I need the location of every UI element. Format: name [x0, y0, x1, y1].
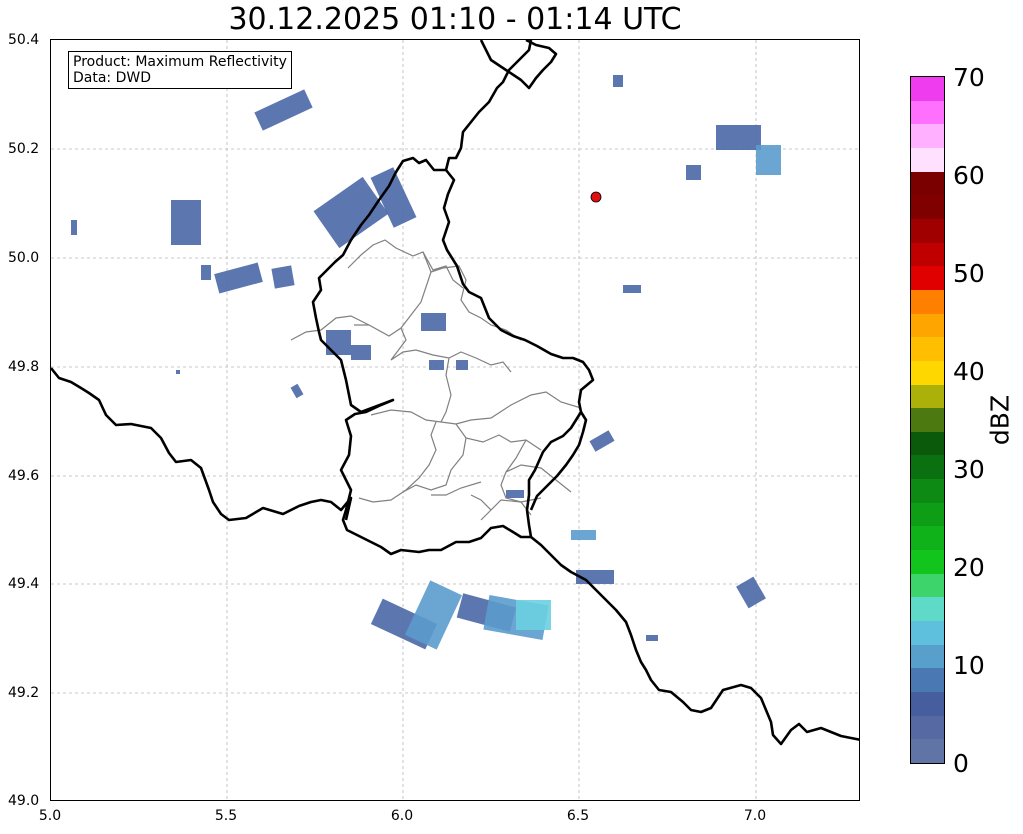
radar-echo — [326, 330, 351, 355]
colorbar-segment — [911, 76, 944, 101]
y-tick-label: 49.6 — [8, 468, 40, 484]
radar-echo — [716, 125, 761, 150]
colorbar-segment — [911, 668, 944, 693]
map-canvas — [51, 40, 859, 800]
colorbar-unit: dBZ — [985, 394, 1015, 446]
radar-echo — [351, 345, 371, 360]
radar-echo — [429, 360, 444, 370]
colorbar-segment — [911, 408, 944, 432]
radar-echo — [201, 265, 211, 280]
y-tick-label: 49.4 — [8, 576, 40, 592]
radar-echo — [571, 530, 596, 540]
colorbar-segment — [911, 550, 944, 574]
data-source-label: Data: DWD — [73, 70, 151, 86]
colorbar-label: 10 — [953, 651, 985, 680]
y-tick-label: 50.0 — [8, 250, 40, 266]
x-tick-label: 6.0 — [390, 808, 414, 824]
radar-echo — [271, 265, 295, 289]
x-tick-label: 5.5 — [214, 808, 238, 824]
product-label: Product: Maximum Reflectivity — [73, 54, 287, 70]
radar-echo — [613, 75, 623, 87]
colorbar-label: 0 — [953, 749, 969, 778]
colorbar-label: 30 — [953, 455, 985, 484]
radar-echo — [254, 89, 313, 131]
radar-echo — [71, 220, 77, 235]
radar-echo — [290, 383, 304, 399]
radar-echo — [589, 430, 615, 452]
radar-echo — [736, 576, 766, 609]
colorbar-segment — [911, 384, 944, 409]
colorbar-segment — [911, 124, 944, 148]
colorbar-segment — [911, 573, 944, 598]
map-title: 30.12.2025 01:10 - 01:14 UTC — [228, 2, 682, 37]
product-info-box: Product: Maximum Reflectivity Data: DWD — [68, 51, 292, 89]
colorbar-segment — [911, 337, 944, 361]
radar-echo — [686, 165, 701, 180]
colorbar-label: 40 — [953, 357, 985, 386]
radar-echo — [421, 313, 446, 331]
colorbar-segment — [911, 100, 944, 125]
radar-echo — [756, 145, 781, 175]
colorbar-segment — [911, 289, 944, 314]
radar-echo — [176, 370, 180, 374]
colorbar-segment — [911, 313, 944, 338]
colorbar-label: 20 — [953, 553, 985, 582]
x-tick-label: 6.5 — [566, 808, 590, 824]
y-tick-label: 50.4 — [8, 32, 40, 48]
colorbar — [910, 76, 945, 764]
colorbar-segment — [911, 597, 944, 622]
radar-echo — [506, 490, 524, 498]
colorbar-segment — [911, 526, 944, 551]
colorbar-label: 70 — [953, 63, 985, 92]
radar-map[interactable] — [50, 39, 860, 801]
colorbar-segment — [911, 502, 944, 527]
radar-echo — [646, 635, 658, 641]
colorbar-segment — [911, 621, 944, 645]
x-tick-label: 5.0 — [38, 808, 62, 824]
radar-echo — [456, 360, 468, 370]
radar-echo — [214, 262, 263, 294]
radar-echo — [623, 285, 641, 293]
colorbar-label: 50 — [953, 259, 985, 288]
location-marker — [590, 191, 602, 203]
colorbar-segment — [911, 692, 944, 716]
colorbar-segment — [911, 147, 944, 172]
colorbar-segment — [911, 266, 944, 290]
y-tick-label: 49.2 — [8, 685, 40, 701]
colorbar-segment — [911, 218, 944, 243]
colorbar-segment — [911, 479, 944, 503]
colorbar-segment — [911, 644, 944, 669]
colorbar-segment — [911, 715, 944, 740]
x-tick-label: 7.0 — [743, 808, 767, 824]
colorbar-segment — [911, 242, 944, 267]
colorbar-segment — [911, 171, 944, 196]
y-tick-label: 50.2 — [8, 141, 40, 157]
district-borders — [290, 239, 582, 521]
colorbar-label: 60 — [953, 161, 985, 190]
colorbar-segment — [911, 431, 944, 456]
colorbar-segment — [911, 360, 944, 385]
radar-echo — [516, 600, 551, 630]
colorbar-segment — [911, 455, 944, 480]
radar-echo — [171, 200, 201, 245]
colorbar-segment — [911, 195, 944, 219]
y-tick-label: 49.0 — [8, 793, 40, 809]
colorbar-segment — [911, 739, 944, 763]
y-tick-label: 49.8 — [8, 359, 40, 375]
